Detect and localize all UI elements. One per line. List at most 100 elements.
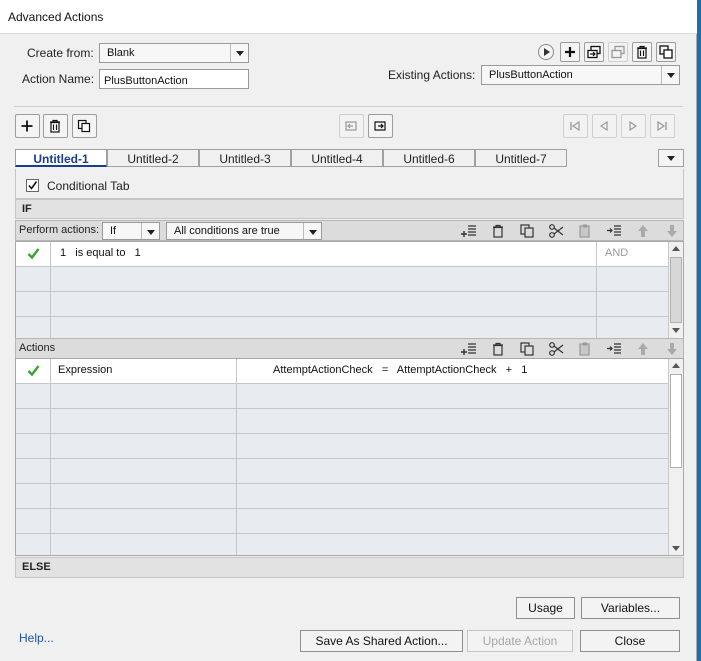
scroll-thumb[interactable] <box>670 374 682 468</box>
update-action-button[interactable]: Update Action <box>467 630 573 652</box>
help-link[interactable]: Help... <box>19 631 54 645</box>
tab-untitled-2[interactable]: Untitled-2 <box>107 149 199 167</box>
condition-cell[interactable]: 1 is equal to 1 <box>51 242 597 267</box>
next-decision-button[interactable] <box>621 114 646 138</box>
cut-action-button[interactable] <box>548 341 564 357</box>
last-decision-button[interactable] <box>650 114 675 138</box>
export-action-button[interactable] <box>608 42 628 62</box>
table-row[interactable] <box>16 384 668 409</box>
last-icon <box>657 120 667 132</box>
table-row[interactable] <box>16 434 668 459</box>
previous-decision-button[interactable] <box>592 114 617 138</box>
copy-action-button[interactable] <box>519 341 535 357</box>
plus-icon <box>565 47 575 57</box>
table-row[interactable] <box>16 509 668 534</box>
perform-actions-label: Perform actions: <box>19 224 100 236</box>
paste-action-button[interactable] <box>577 341 593 357</box>
insert-action-after-button[interactable] <box>606 341 622 357</box>
scroll-up-icon[interactable] <box>670 360 682 372</box>
paste-condition-button[interactable] <box>577 223 593 239</box>
first-decision-button[interactable] <box>563 114 588 138</box>
tab-untitled-6[interactable]: Untitled-6 <box>383 149 475 167</box>
scroll-down-icon[interactable] <box>670 542 682 554</box>
move-action-down-button[interactable] <box>664 341 680 357</box>
row-status-cell <box>16 509 51 534</box>
action-type-cell[interactable] <box>51 484 237 509</box>
close-button[interactable]: Close <box>580 630 680 652</box>
table-row[interactable] <box>16 484 668 509</box>
preview-play-button[interactable] <box>538 44 554 60</box>
table-row[interactable] <box>16 534 668 555</box>
duplicate-action-button[interactable] <box>656 42 676 62</box>
move-condition-down-button[interactable] <box>664 223 680 239</box>
conditional-tab-checkbox[interactable] <box>26 179 39 192</box>
tab-untitled-3[interactable]: Untitled-3 <box>199 149 291 167</box>
delete-condition-button[interactable] <box>490 223 506 239</box>
create-from-value: Blank <box>107 47 135 59</box>
else-section-header[interactable]: ELSE <box>15 557 684 578</box>
action-type-cell[interactable] <box>51 384 237 409</box>
action-type-cell[interactable] <box>51 509 237 534</box>
create-from-select[interactable]: Blank <box>99 43 249 63</box>
scroll-thumb[interactable] <box>670 257 682 323</box>
insert-condition-after-button[interactable] <box>606 223 622 239</box>
condition-cell[interactable] <box>51 317 597 338</box>
tab-untitled-7[interactable]: Untitled-7 <box>475 149 567 167</box>
row-status-cell <box>16 267 51 292</box>
perform-type-value: If <box>110 225 117 237</box>
conditions-mode-value: All conditions are true <box>174 225 280 237</box>
action-type-cell[interactable] <box>51 434 237 459</box>
new-action-button[interactable] <box>560 42 580 62</box>
perform-type-select[interactable]: If <box>102 222 160 240</box>
table-row[interactable] <box>16 267 670 292</box>
condition-cell[interactable] <box>51 292 597 317</box>
background-strip <box>697 0 701 661</box>
tab-list-menu-button[interactable] <box>658 149 684 167</box>
arrow-down-icon <box>667 225 677 237</box>
table-row[interactable]: Expression AttemptActionCheck = AttemptA… <box>16 359 668 384</box>
conditions-mode-select[interactable]: All conditions are true <box>166 222 322 240</box>
import-action-button[interactable] <box>584 42 604 62</box>
copy-condition-button[interactable] <box>519 223 535 239</box>
scroll-down-icon[interactable] <box>670 324 682 336</box>
delete-action-button[interactable] <box>632 42 652 62</box>
actions-scrollbar[interactable] <box>668 359 683 555</box>
insert-condition-button[interactable] <box>461 223 477 239</box>
trash-icon <box>50 119 60 133</box>
move-decision-right-button[interactable] <box>368 114 393 138</box>
usage-button[interactable]: Usage <box>516 597 575 619</box>
delete-action-row-button[interactable] <box>490 341 506 357</box>
table-row[interactable]: 1 is equal to 1 AND <box>16 242 670 267</box>
insert-action-button[interactable] <box>461 341 477 357</box>
duplicate-decision-button[interactable] <box>72 114 97 138</box>
add-decision-button[interactable] <box>15 114 40 138</box>
table-row[interactable] <box>16 459 668 484</box>
action-type-cell[interactable] <box>51 409 237 434</box>
condition-cell[interactable] <box>51 267 597 292</box>
existing-actions-select[interactable]: PlusButtonAction <box>481 65 680 85</box>
table-row[interactable] <box>16 409 668 434</box>
tab-untitled-1[interactable]: Untitled-1 <box>15 149 107 167</box>
move-condition-up-button[interactable] <box>635 223 651 239</box>
variables-button[interactable]: Variables... <box>581 597 680 619</box>
scroll-up-icon[interactable] <box>670 243 682 255</box>
condition-operator-cell[interactable]: AND <box>597 242 670 267</box>
action-type-cell[interactable] <box>51 534 237 555</box>
row-status-cell <box>16 484 51 509</box>
table-row[interactable] <box>16 292 670 317</box>
trash-icon <box>493 342 503 356</box>
move-action-up-button[interactable] <box>635 341 651 357</box>
conditions-scrollbar[interactable] <box>668 242 683 338</box>
title-bar: Advanced Actions <box>0 0 697 34</box>
row-status-cell <box>16 359 51 384</box>
save-as-shared-action-button[interactable]: Save As Shared Action... <box>300 630 463 652</box>
table-row[interactable] <box>16 317 670 338</box>
delete-decision-button[interactable] <box>43 114 68 138</box>
move-decision-left-button[interactable] <box>339 114 364 138</box>
cut-condition-button[interactable] <box>548 223 564 239</box>
tab-untitled-4[interactable]: Untitled-4 <box>291 149 383 167</box>
action-type-cell[interactable] <box>51 459 237 484</box>
action-type-cell[interactable]: Expression <box>51 359 237 384</box>
action-name-input[interactable] <box>99 69 249 89</box>
action-detail-cell[interactable]: AttemptActionCheck = AttemptActionCheck … <box>237 359 668 384</box>
